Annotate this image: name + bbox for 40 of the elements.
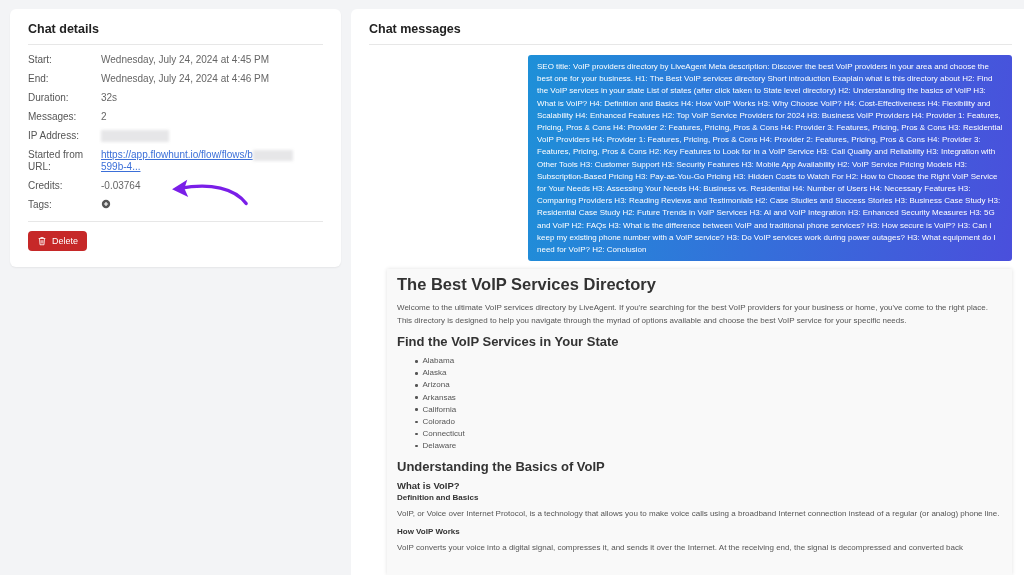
field-value: Wednesday, July 24, 2024 at 4:45 PM	[101, 54, 270, 65]
field-value: 2	[101, 111, 107, 122]
panel-title: Chat details	[28, 22, 100, 38]
field-label: IP Address:	[28, 130, 80, 143]
field-value: -0.03764	[101, 180, 141, 192]
state-list-item: Alabama	[422, 355, 455, 368]
field-label: Started from URL:	[28, 149, 85, 174]
field-label: Start:	[28, 54, 53, 66]
state-list-item: Arizona	[422, 379, 450, 392]
reply-heading: The Best VoIP Services Directory	[397, 275, 657, 295]
panel-title: Chat messages	[369, 22, 462, 38]
user-message: SEO title: VoIP providers directory by LiveAgent Meta description: Discover the best VoIP providers in your area and choose the best one for your business. H1: The Best VoIP services directory Short introduction Exaplain what is this directory about H2: Find the VoIP services in your state List of states (after click taken to State level directory) H2: Understanding the basics of VoIP H3: What is VoIP? H4: Definition and Basics H4: How VoIP Works H3: Why Choose VoIP? H4: Cost-Effectiveness H4: Flexibility and Scalability H4: Enhanced Features H2: Top VoIP Service Providers for 2024 H3: Business VoIP Providers H4: Provider 1: Features, Pricing, Pros & Cons H4: Provider 2: Features, Pricing, Pros & Cons H4: Provider 3: Features, Pricing, Pros & Cons H3: Residential VoIP Providers H4: Provider 1: Features, Pricing, Pros & Cons H4: Provider 2: Features, Pricing, Pros & Cons H4: Provider 3: Features, Pricing, Pros & Cons H2: Key Features to Look for in a VoIP Service H3: Call Quality and Reliability H3: Integration with Other Tools H3: Customer Support H3: Security Features H3: Mobile App Availability H2: VoIP Service Pricing Models H3: Subscription-Based Pricing H3: Pay-as-You-Go Pricing H3: Hidden Costs to Watch For H2: How to Choose the Right VoIP Service for Your Needs H3: Assessing Your Needs H4: Business vs. Residential H4: Number of Users H4: Necessary Features H3: Comparing Providers H3: Reading Reviews and Testimonials H2: Case Studies and Success Stories H3: Business Case Study H3: Residential Case Study H2: Future Trends in VoIP Services H3: AI and VoIP Integration H3: Enhanced Security Measures H3: 5G and VoIP H2: FAQs H3: What is the difference between VoIP and traditional phone services? H3: How secure is VoIP? H3: Can I keep my existing phone number with a VoIP service? H3: Do VoIP services work during power outages? H3: What equipment do I need for VoIP? H2: Conclusion	[528, 55, 1012, 262]
reply-heading: Understanding the Basics of VoIP	[397, 459, 606, 474]
field-value: Wednesday, July 24, 2024 at 4:46 PM	[101, 73, 270, 84]
field-label: Tags:	[28, 199, 53, 212]
reply-heading: What is VoIP?	[397, 480, 461, 491]
delete-button[interactable]: Delete	[28, 231, 87, 252]
state-list-item: Delaware	[422, 439, 457, 452]
trash-icon	[37, 236, 47, 247]
redacted-block	[101, 130, 169, 143]
reply-heading: Find the VoIP Services in Your State	[397, 334, 620, 350]
field-label: Credits:	[28, 180, 64, 193]
url-link[interactable]: 599b-4...	[101, 161, 141, 173]
field-value: 32s	[101, 92, 118, 103]
reply-paragraph: Welcome to the ultimate VoIP services directory by LiveAgent. If you're searching for the best VoIP providers for your business or home, you've come to the right place. This directory is designed to help you navigate through the myriad of options available and choose the best VoIP service for your specific needs.	[397, 302, 989, 327]
reply-heading: Definition and Basics	[397, 493, 480, 502]
reply-heading: How VoIP Works	[397, 526, 461, 536]
reply-paragraph: VoIP converts your voice into a digital signal, compresses it, and sends it over the Internet. At the receiving end, the signal is decompressed and converted back	[397, 541, 964, 554]
reply-paragraph: VoIP, or Voice over Internet Protocol, is a technology that allows you to make voice calls using a broadband Internet connection instead of a regular (or analog) phone line.	[397, 508, 1001, 520]
state-list-item: Alaska	[422, 367, 447, 380]
field-label: Messages:	[28, 111, 78, 123]
redacted-block	[252, 150, 293, 162]
add-tag-icon[interactable]	[101, 199, 111, 210]
field-label: End:	[28, 73, 50, 85]
field-label: Duration:	[28, 92, 70, 104]
state-list-item: California	[422, 403, 457, 416]
url-link[interactable]: https://app.flowhunt.io/flow/flows/b	[101, 149, 253, 161]
state-list-item: Colorado	[422, 415, 455, 428]
state-list-item: Connecticut	[422, 427, 465, 440]
state-list-item: Arkansas	[422, 391, 456, 404]
